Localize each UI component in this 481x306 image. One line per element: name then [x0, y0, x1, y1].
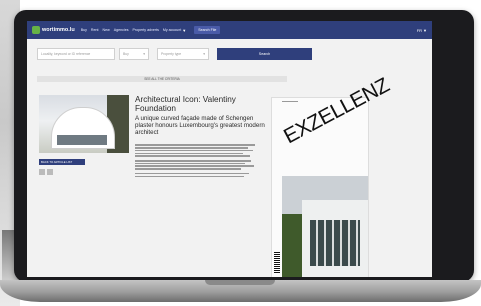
chevron-down-icon: ▼ [182, 27, 187, 33]
chevron-down-icon: ▾ [143, 52, 145, 56]
share-linkedin-icon[interactable] [47, 169, 53, 175]
search-file-button[interactable]: Search File [194, 26, 221, 34]
house-logo-icon [32, 26, 40, 34]
see-all-criteria-toggle[interactable]: SEE ALL THE CRITERIA [37, 76, 287, 82]
back-label: BACK TO ARTICLE LIST [41, 160, 73, 164]
magazine-issue-line [282, 101, 298, 102]
logo-text: wortimmo.lu [42, 27, 75, 33]
nav-item-new[interactable]: New [103, 28, 110, 32]
language-label: FR [416, 27, 423, 33]
search-bar: Locality, keyword or ID reference Buy ▾ … [37, 47, 427, 61]
my-account-label: My account [162, 28, 182, 32]
laptop-notch [205, 280, 275, 285]
search-button[interactable]: Search [217, 48, 312, 60]
magazine-title: EXZELLENZ [280, 73, 393, 149]
transaction-select[interactable]: Buy ▾ [119, 48, 149, 60]
hero-glass-facade [57, 135, 107, 145]
my-account-menu[interactable]: My account ▼ [163, 28, 186, 33]
nav-item-property-adverts[interactable]: Property adverts [133, 28, 159, 32]
criteria-label: SEE ALL THE CRITERIA [144, 77, 180, 81]
chevron-down-icon: ▼ [423, 27, 427, 33]
nav-item-rent[interactable]: Rent [91, 28, 99, 32]
site-logo[interactable]: wortimmo.lu [32, 26, 75, 34]
language-selector[interactable]: FR ▼ [417, 28, 427, 33]
location-input[interactable]: Locality, keyword or ID reference [37, 48, 115, 60]
transaction-value: Buy [123, 52, 129, 56]
article-subtitle: A unique curved façade made of Schengen … [135, 115, 265, 136]
nav-item-agencies[interactable]: Agencies [114, 28, 129, 32]
back-to-article-list-button[interactable]: BACK TO ARTICLE LIST [39, 159, 85, 165]
magazine-cover[interactable]: EXZELLENZ [271, 74, 393, 277]
nav-item-buy[interactable]: Buy [81, 28, 87, 32]
barcode [274, 252, 280, 274]
property-type-select[interactable]: Property type ▾ [157, 48, 209, 60]
article-body [135, 143, 255, 178]
article-hero-image [39, 95, 129, 153]
top-navigation: wortimmo.lu Buy Rent New Agencies Proper… [27, 21, 432, 39]
laptop-base [0, 280, 481, 302]
magazine-cover-photo [282, 176, 368, 277]
laptop-screen: wortimmo.lu Buy Rent New Agencies Proper… [27, 21, 432, 277]
share-buttons [39, 169, 55, 175]
property-type-value: Property type [161, 52, 182, 56]
share-facebook-icon[interactable] [39, 169, 45, 175]
chevron-down-icon: ▾ [203, 52, 205, 56]
article-title: Architectural Icon: Valentiny Foundation [135, 95, 236, 113]
cover-windows [310, 220, 360, 266]
